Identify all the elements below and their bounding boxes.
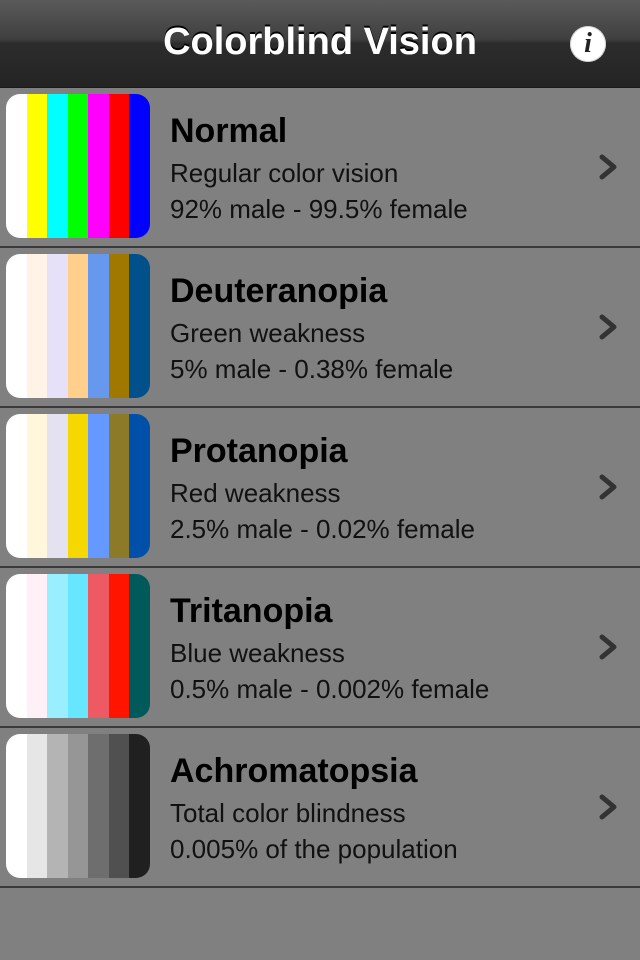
chevron-right-icon (599, 154, 617, 180)
page-title: Colorblind Vision (163, 21, 477, 63)
color-band (47, 734, 68, 878)
row-title: Protanopia (170, 432, 348, 470)
color-band (47, 254, 68, 398)
color-band (6, 254, 27, 398)
row-subtitle: Red weakness (170, 478, 341, 508)
color-band (67, 574, 89, 718)
row-statistic: 2.5% male - 0.02% female (170, 514, 475, 544)
color-band (88, 734, 109, 878)
row-statistic: 0.005% of the population (170, 834, 458, 864)
color-band (26, 94, 48, 238)
row-statistic: 92% male - 99.5% female (170, 194, 468, 224)
row-title: Deuteranopia (170, 272, 388, 310)
info-button[interactable]: i (570, 26, 606, 62)
list-item-normal[interactable]: Normal Regular color vision 92% male - 9… (0, 88, 640, 248)
row-subtitle: Blue weakness (170, 638, 345, 668)
color-band (67, 734, 89, 878)
row-title: Normal (170, 112, 288, 150)
color-band (108, 734, 130, 878)
chevron-right-icon (599, 474, 617, 500)
chevron-right-icon (599, 314, 617, 340)
color-band (129, 734, 150, 878)
color-band (108, 94, 130, 238)
chevron-right-icon (599, 794, 617, 820)
color-band (108, 574, 130, 718)
color-band (67, 414, 89, 558)
color-band (88, 414, 109, 558)
list-item-achromatopsia[interactable]: Achromatopsia Total color blindness 0.00… (0, 728, 640, 888)
color-band (67, 254, 89, 398)
navigation-bar: Colorblind Vision i (0, 0, 640, 88)
row-statistic: 5% male - 0.38% female (170, 354, 454, 384)
color-band (26, 254, 48, 398)
color-swatch (6, 254, 150, 398)
color-band (129, 94, 150, 238)
chevron-right-icon (599, 634, 617, 660)
row-subtitle: Green weakness (170, 318, 366, 348)
row-title: Achromatopsia (170, 752, 418, 790)
color-band (26, 734, 48, 878)
color-swatch (6, 94, 150, 238)
color-band (108, 254, 130, 398)
list-item-deuteranopia[interactable]: Deuteranopia Green weakness 5% male - 0.… (0, 248, 640, 408)
color-band (129, 254, 150, 398)
color-band (47, 414, 68, 558)
color-band (6, 94, 27, 238)
color-band (47, 574, 68, 718)
color-band (129, 414, 150, 558)
color-band (47, 94, 68, 238)
color-band (6, 734, 27, 878)
color-swatch (6, 734, 150, 878)
row-statistic: 0.5% male - 0.002% female (170, 674, 490, 704)
color-band (88, 574, 109, 718)
row-title: Tritanopia (170, 592, 333, 630)
row-subtitle: Total color blindness (170, 798, 406, 828)
color-band (6, 414, 27, 558)
color-band (108, 414, 130, 558)
color-band (26, 414, 48, 558)
color-band (88, 254, 109, 398)
color-band (6, 574, 27, 718)
vision-type-list: Normal Regular color vision 92% male - 9… (0, 88, 640, 888)
list-item-protanopia[interactable]: Protanopia Red weakness 2.5% male - 0.02… (0, 408, 640, 568)
list-item-tritanopia[interactable]: Tritanopia Blue weakness 0.5% male - 0.0… (0, 568, 640, 728)
color-swatch (6, 414, 150, 558)
color-band (67, 94, 89, 238)
info-icon: i (584, 28, 592, 59)
row-subtitle: Regular color vision (170, 158, 399, 188)
color-band (26, 574, 48, 718)
color-band (88, 94, 109, 238)
color-swatch (6, 574, 150, 718)
color-band (129, 574, 150, 718)
